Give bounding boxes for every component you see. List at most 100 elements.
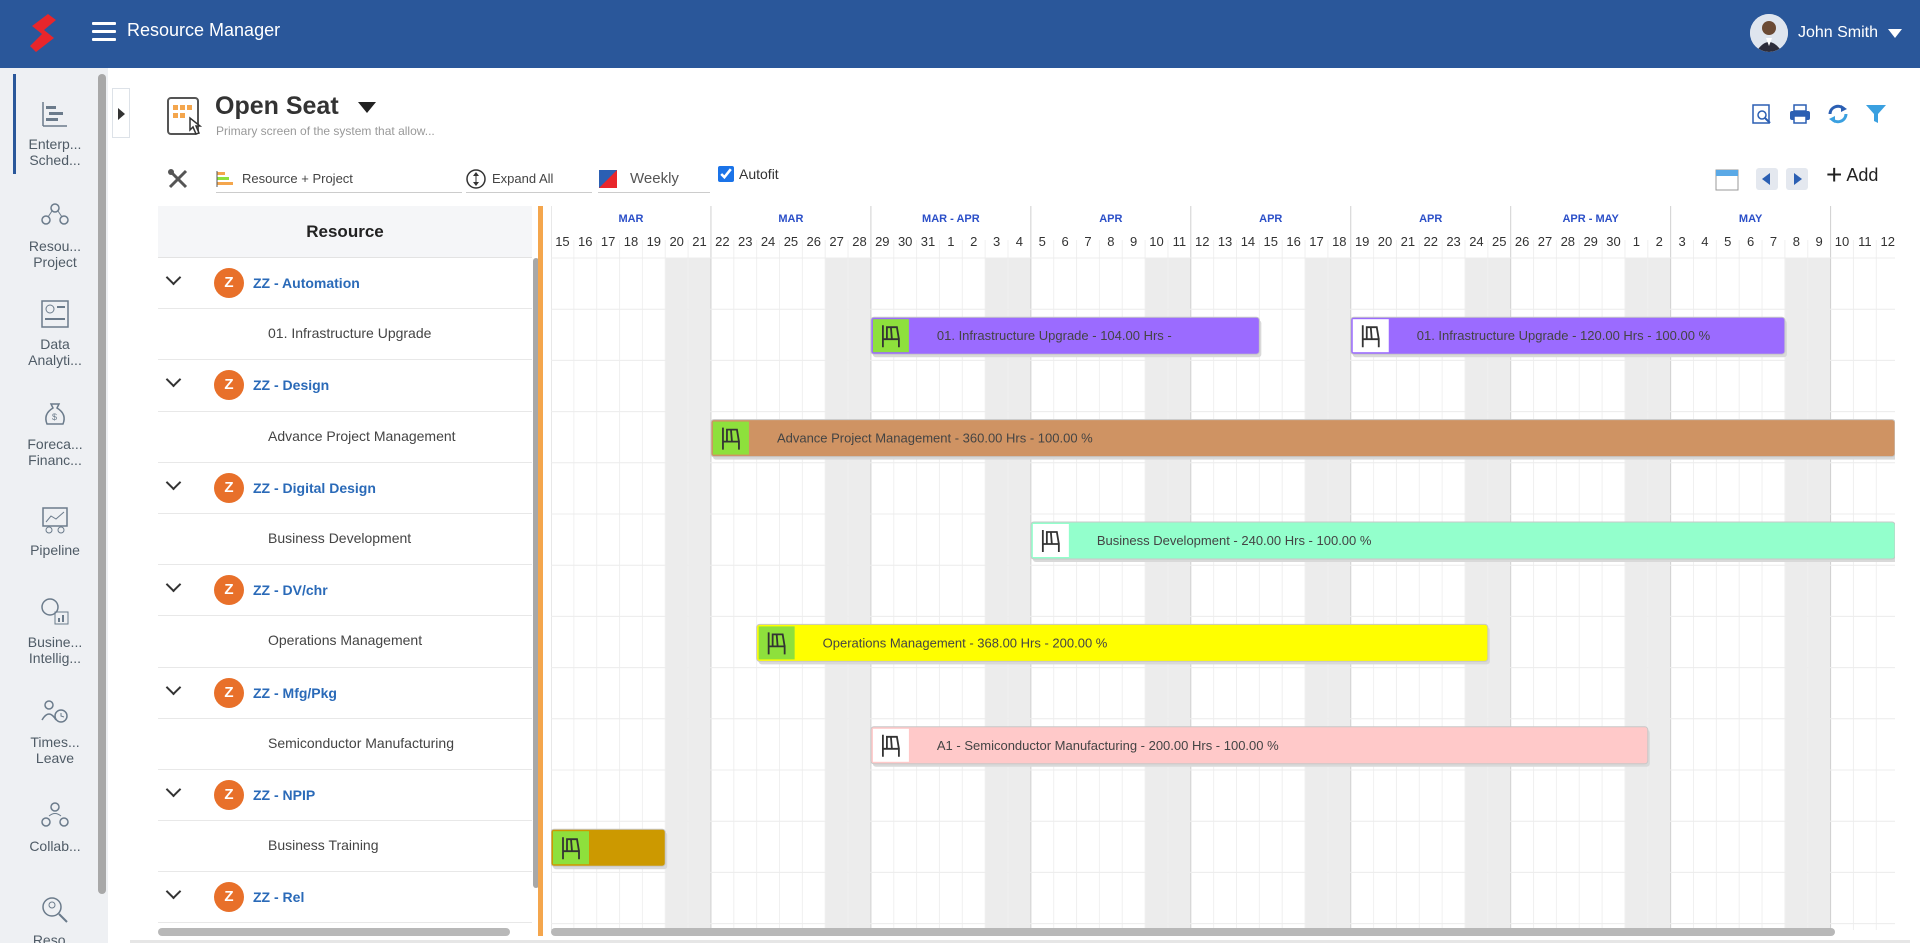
day-label: 27 bbox=[829, 234, 843, 249]
week-label: MAR - APR bbox=[922, 213, 980, 225]
chart-horizontal-scrollbar[interactable] bbox=[551, 928, 1835, 936]
resource-column-header[interactable]: Resource bbox=[158, 206, 532, 258]
project-row[interactable]: Business Training bbox=[158, 821, 532, 873]
sidenav-item-0[interactable]: Enterp... Sched... bbox=[14, 98, 96, 168]
top-header: Resource Manager John Smith bbox=[0, 0, 1920, 68]
chevron-down-icon[interactable] bbox=[165, 372, 182, 388]
project-row[interactable]: Semiconductor Manufacturing bbox=[158, 719, 532, 770]
day-label: 11 bbox=[1173, 234, 1187, 249]
day-label: 26 bbox=[807, 234, 821, 249]
day-label: 18 bbox=[1332, 234, 1346, 249]
sidenav-item-2[interactable]: Data Analyti... bbox=[14, 298, 96, 368]
refresh-icon[interactable] bbox=[1826, 102, 1850, 126]
week-label: MAR bbox=[618, 213, 643, 225]
project-row[interactable]: Advance Project Management bbox=[158, 412, 532, 463]
autofit-label: Autofit bbox=[739, 166, 779, 182]
sidenav-scrollbar[interactable] bbox=[98, 74, 106, 894]
resource-group-label[interactable]: ZZ - Mfg/Pkg bbox=[253, 685, 337, 701]
expand-all-button[interactable]: Expand All bbox=[466, 165, 592, 193]
resource-group-row[interactable]: Z ZZ - Automation bbox=[158, 258, 532, 310]
project-row[interactable]: Business Development bbox=[158, 514, 532, 566]
resource-group-label[interactable]: ZZ - Automation bbox=[253, 275, 360, 291]
sidenav-item-5[interactable]: Busine... Intellig... bbox=[14, 596, 96, 666]
autofit-toggle[interactable]: Autofit bbox=[718, 166, 779, 182]
resource-group-row[interactable]: Z ZZ - Rel bbox=[158, 872, 532, 924]
color-scale-icon bbox=[599, 169, 617, 188]
menu-icon[interactable] bbox=[92, 22, 116, 42]
panel-toggle-button[interactable] bbox=[112, 88, 130, 138]
resource-group-row[interactable]: Z ZZ - NPIP bbox=[158, 770, 532, 822]
chevron-down-icon[interactable] bbox=[165, 269, 182, 286]
left-horizontal-scrollbar[interactable] bbox=[158, 928, 510, 936]
page-title: Open Seat bbox=[215, 92, 339, 120]
day-label: 21 bbox=[692, 234, 706, 249]
weekend-column bbox=[1647, 258, 1671, 930]
preview-icon[interactable] bbox=[1750, 102, 1774, 126]
top-actions bbox=[1750, 102, 1888, 126]
chevron-down-icon[interactable] bbox=[165, 474, 182, 491]
resource-group-label[interactable]: ZZ - Rel bbox=[253, 889, 304, 905]
user-menu[interactable]: John Smith bbox=[1749, 14, 1902, 52]
scale-select[interactable]: Weekly bbox=[598, 165, 710, 193]
app-logo[interactable] bbox=[26, 12, 60, 59]
day-label: 22 bbox=[1423, 234, 1437, 249]
resource-group-row[interactable]: Z ZZ - Design bbox=[158, 360, 532, 412]
sidenav-item-1[interactable]: Resou... Project bbox=[14, 200, 96, 270]
sidenav-item-6[interactable]: Times... Leave bbox=[14, 696, 96, 766]
resource-group-row[interactable]: Z ZZ - Digital Design bbox=[158, 463, 532, 514]
day-label: 9 bbox=[1130, 234, 1137, 249]
next-button[interactable] bbox=[1786, 168, 1808, 190]
project-label: Semiconductor Manufacturing bbox=[268, 734, 454, 751]
pane-splitter[interactable] bbox=[538, 206, 543, 936]
resource-group-label[interactable]: ZZ - DV/chr bbox=[253, 582, 328, 598]
resource-badge: Z bbox=[214, 677, 244, 708]
weekend-column bbox=[1784, 258, 1808, 930]
sidenav-item-label: Foreca... Financ... bbox=[27, 436, 83, 468]
pipeline-icon bbox=[39, 504, 71, 536]
chevron-down-icon[interactable] bbox=[165, 576, 182, 593]
sidenav-item-3[interactable]: $ Foreca... Financ... bbox=[14, 398, 96, 468]
sidenav-item-label: Busine... Intellig... bbox=[27, 634, 83, 666]
chevron-down-icon bbox=[1888, 28, 1902, 38]
chevron-down-icon[interactable] bbox=[165, 883, 182, 900]
sidenav-item-7[interactable]: Collab... bbox=[14, 800, 96, 854]
print-icon[interactable] bbox=[1788, 102, 1812, 126]
resource-group-label[interactable]: ZZ - Design bbox=[253, 377, 329, 393]
day-label: 1 bbox=[1633, 234, 1640, 249]
resource-group-label[interactable]: ZZ - NPIP bbox=[253, 787, 315, 803]
sidenav-item-8[interactable]: Reso... bbox=[14, 894, 96, 943]
chevron-down-icon[interactable] bbox=[165, 781, 182, 798]
resource-group-row[interactable]: Z ZZ - Mfg/Pkg bbox=[158, 668, 532, 719]
gantt-chart-icon bbox=[39, 98, 71, 130]
day-label: 4 bbox=[1016, 234, 1023, 249]
weekend-column bbox=[665, 258, 689, 930]
weekend-column bbox=[825, 258, 849, 930]
team-network-icon bbox=[39, 200, 71, 232]
day-label: 2 bbox=[1656, 234, 1663, 249]
day-label: 11 bbox=[1858, 234, 1872, 249]
day-label: 7 bbox=[1084, 234, 1091, 249]
chevron-down-icon[interactable] bbox=[165, 679, 182, 695]
project-row[interactable]: 01. Infrastructure Upgrade bbox=[158, 309, 532, 361]
sidenav-item-4[interactable]: Pipeline bbox=[14, 504, 96, 558]
day-label: 13 bbox=[1218, 234, 1232, 249]
add-button[interactable]: + Add bbox=[1826, 161, 1879, 189]
day-label: 1 bbox=[947, 234, 954, 249]
previous-button[interactable] bbox=[1756, 168, 1778, 190]
autofit-checkbox[interactable] bbox=[718, 166, 734, 182]
tools-icon[interactable] bbox=[166, 167, 190, 191]
day-label: 25 bbox=[1492, 234, 1506, 249]
sidenav-item-label: Reso... bbox=[32, 932, 78, 943]
add-label: Add bbox=[1846, 164, 1879, 185]
project-row[interactable]: Operations Management bbox=[158, 616, 532, 668]
calendar-icon[interactable] bbox=[1714, 166, 1740, 192]
title-dropdown-icon[interactable] bbox=[358, 102, 376, 113]
resource-group-row[interactable]: Z ZZ - DV/chr bbox=[158, 565, 532, 617]
project-label: Operations Management bbox=[268, 632, 423, 649]
resource-group-label[interactable]: ZZ - Digital Design bbox=[253, 480, 376, 496]
filter-icon[interactable] bbox=[1864, 102, 1888, 126]
day-label: 8 bbox=[1793, 234, 1800, 249]
view-mode-select[interactable]: Resource + Project bbox=[216, 165, 462, 193]
dashboard-icon bbox=[39, 298, 71, 330]
allocation-bar-label: 01. Infrastructure Upgrade - 120.00 Hrs … bbox=[1417, 328, 1711, 343]
